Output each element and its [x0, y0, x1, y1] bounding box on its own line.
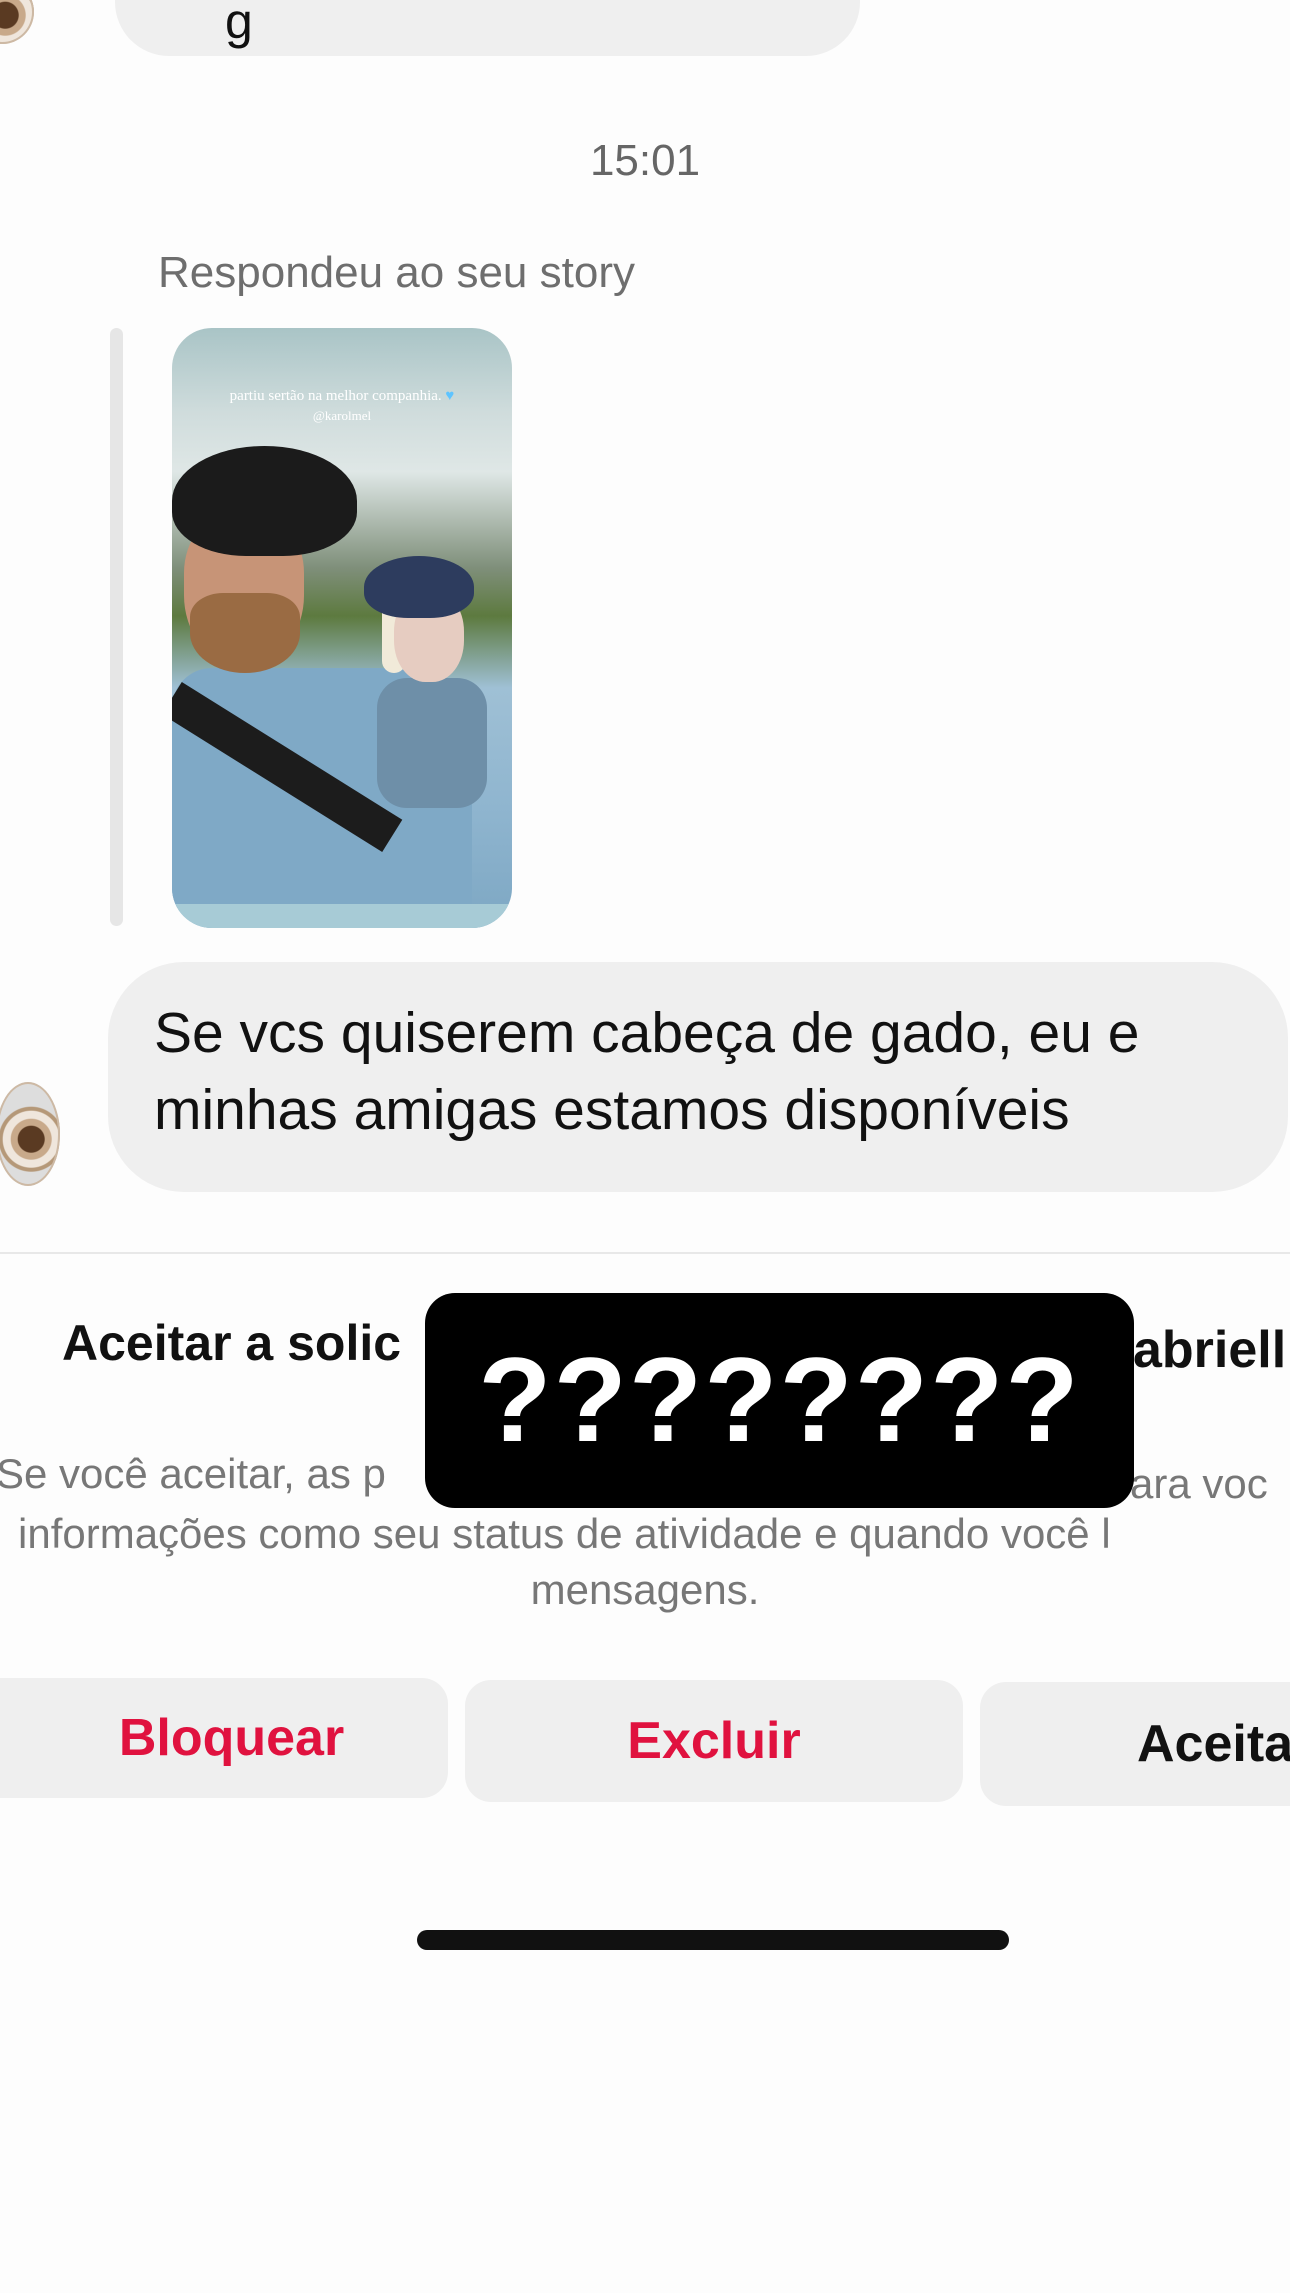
- story-bottom-band: [172, 904, 512, 928]
- message-timestamp: 15:01: [589, 136, 701, 185]
- request-description-line1-left: Se você aceitar, as p: [0, 1450, 386, 1497]
- sender-avatar[interactable]: [0, 1082, 60, 1186]
- message-text-line-2: minhas amigas estamos disponíveis: [154, 1078, 1070, 1142]
- censor-overlay: ????????: [425, 1293, 1134, 1508]
- request-title-left: Aceitar a solic: [62, 1315, 402, 1371]
- story-figure2-dress: [377, 678, 487, 808]
- request-title-right: abriell: [1133, 1321, 1287, 1379]
- sender-avatar-top[interactable]: [0, 0, 34, 44]
- message-text-line-1: Se vcs quiserem cabeça de gado, eu e: [154, 1001, 1140, 1065]
- story-figure2-hat: [364, 556, 474, 618]
- home-indicator[interactable]: [417, 1930, 1009, 1950]
- story-reply-label: Respondeu ao seu story: [158, 248, 635, 297]
- delete-button[interactable]: Excluir: [465, 1680, 963, 1802]
- request-description-line1-right: ara voc: [1130, 1460, 1268, 1507]
- previous-message-bubble[interactable]: g: [115, 0, 860, 56]
- block-button[interactable]: Bloquear: [0, 1678, 448, 1798]
- story-figure-beard: [190, 593, 300, 673]
- request-description-line3: mensagens.: [530, 1566, 760, 1613]
- heart-icon: ♥: [445, 388, 455, 404]
- previous-message-fragment: g: [225, 0, 253, 49]
- request-description-line2: informações como seu status de atividade…: [18, 1510, 1111, 1557]
- reply-quote-line: [110, 328, 123, 926]
- story-thumbnail[interactable]: partiu sertão na melhor companhia. ♥ @ka…: [172, 328, 512, 928]
- story-mention: @karolmel: [312, 408, 372, 423]
- story-figure-hat: [172, 446, 357, 556]
- accept-button[interactable]: Aceita: [980, 1682, 1290, 1806]
- divider: [0, 1252, 1290, 1254]
- story-caption: partiu sertão na melhor companhia. ♥: [229, 388, 455, 404]
- message-bubble[interactable]: Se vcs quiserem cabeça de gado, eu e min…: [108, 962, 1288, 1192]
